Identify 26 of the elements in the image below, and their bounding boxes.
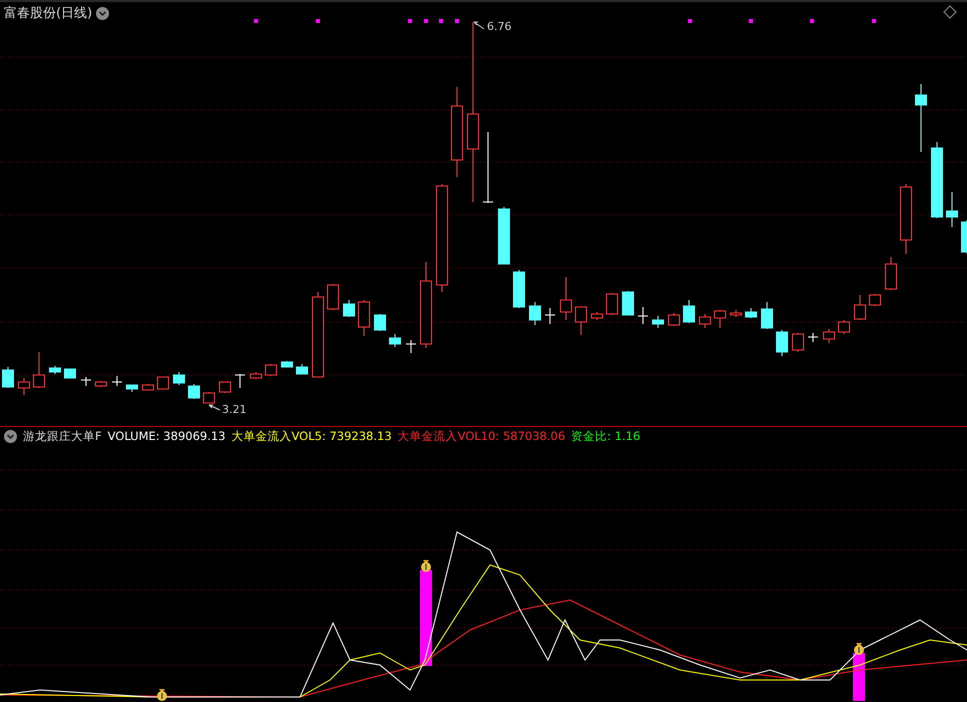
diamond-icon[interactable] — [943, 5, 957, 19]
indicator-name: 游龙跟庄大单F — [23, 428, 102, 445]
dropdown-icon[interactable] — [4, 430, 17, 444]
leader-line — [208, 404, 220, 410]
signal-marker-icon — [316, 19, 320, 23]
signal-marker-icon — [439, 19, 443, 23]
dropdown-icon[interactable] — [96, 7, 110, 20]
indicator-value: 大单金流入VOL10: 587038.06 — [398, 428, 566, 445]
indicator-value: VOLUME: 389069.13 — [108, 428, 226, 445]
signal-marker-icon — [455, 19, 459, 23]
stock-title: 富春股份(日线) — [4, 5, 92, 23]
signal-marker-icon — [254, 19, 258, 23]
signal-marker-icon — [408, 19, 412, 23]
money-bag-icon — [854, 643, 864, 655]
indicator-value: 大单金流入VOL5: 739238.13 — [232, 428, 392, 445]
leader-line — [474, 22, 484, 30]
volume-bar — [853, 653, 865, 701]
low-price-label: 3.21 — [222, 404, 246, 415]
signal-marker-icon — [810, 19, 814, 23]
signal-marker-icon — [424, 19, 428, 23]
indicator-value: 资金比: 1.16 — [571, 428, 640, 445]
high-price-label: 6.76 — [487, 21, 512, 32]
signal-marker-icon — [688, 19, 692, 23]
money-bag-icon — [421, 560, 431, 572]
signal-marker-icon — [872, 19, 876, 23]
signal-marker-icon — [749, 19, 753, 23]
